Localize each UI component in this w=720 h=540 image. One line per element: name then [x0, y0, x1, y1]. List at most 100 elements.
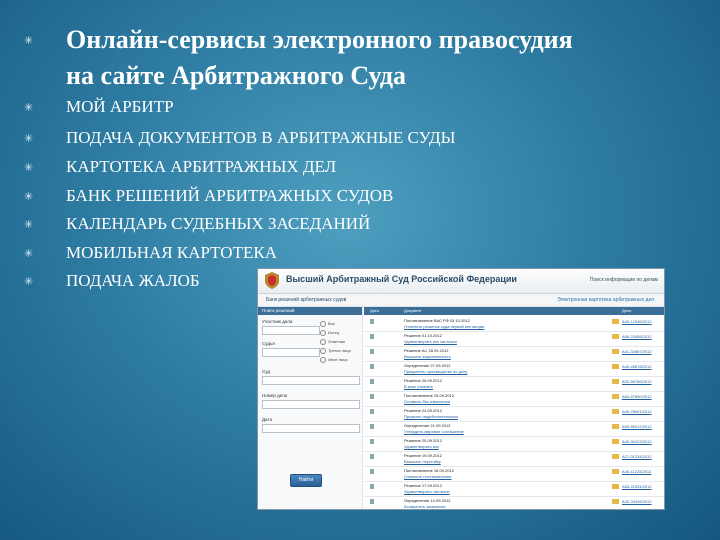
document-icon — [370, 319, 374, 324]
row-document-link[interactable]: Удовлетворить иск частично — [404, 339, 457, 344]
document-icon — [370, 394, 374, 399]
table-row[interactable]: Постановление 25.09.2012 Оставить без изм… — [364, 391, 664, 407]
table-row[interactable]: Определение 21.09.2012 Утвердить мировое … — [364, 421, 664, 437]
slide-title-line1: Онлайн-сервисы электронного правосудия — [66, 25, 573, 54]
document-icon — [370, 484, 374, 489]
judge-input[interactable] — [262, 348, 320, 357]
list-item-complaints[interactable]: ПОДАЧА ЖАЛОБ — [66, 271, 200, 291]
row-document-title: Постановление ВАС РФ 03.10.2012 — [404, 318, 470, 323]
row-case-link[interactable]: А40-11223/2012 — [622, 469, 651, 474]
radio-option[interactable]: Истец — [320, 330, 339, 336]
case-number-label: Номер дела — [262, 393, 288, 398]
row-document-link[interactable]: Утвердить мировое соглашение — [404, 429, 464, 434]
document-icon — [370, 379, 374, 384]
row-document-link[interactable]: Признать недействительным — [404, 414, 458, 419]
row-document-link[interactable]: Взыскать неустойку — [404, 459, 441, 464]
list-item-my-arbitr[interactable]: МОЙ АРБИТР — [66, 97, 174, 117]
table-row[interactable]: Решение 26.09.2012 В иске отказать А32-567… — [364, 376, 664, 392]
table-row[interactable]: Решение 01.10.2012 Удовлетворить иск част… — [364, 331, 664, 347]
court-input[interactable] — [262, 376, 360, 385]
bullet-icon: ✳ — [24, 218, 34, 231]
row-case-link[interactable]: А56-23456/2012 — [622, 334, 652, 339]
slide-title: Онлайн-сервисы электронного правосудия н… — [66, 22, 706, 94]
table-row[interactable]: Постановление ВАС РФ 03.10.2012 Отменить … — [364, 316, 664, 332]
radio-option[interactable]: Все — [320, 321, 335, 327]
toolbar-decisions-bank[interactable]: Банк решений арбитражных судов — [266, 297, 346, 303]
slide-title-line2: на сайте Арбитражного Суда — [66, 61, 407, 90]
site-header: Высший Арбитражный Суд Российской Федера… — [258, 269, 664, 294]
bullet-icon: ✳ — [24, 161, 34, 174]
row-case-link[interactable]: А40-12345/2012 — [622, 319, 652, 324]
document-icon — [370, 349, 374, 354]
table-row[interactable]: Определение 14.09.2012 Возвратить заявлен… — [364, 496, 664, 509]
document-icon — [370, 409, 374, 414]
folder-icon — [612, 499, 619, 504]
table-row[interactable]: Решение 19.09.2012 Взыскать неустойку А27-… — [364, 451, 664, 467]
case-number-input[interactable] — [262, 400, 360, 409]
results-table: Дата Документ Дело Постановление ВАС РФ … — [364, 307, 664, 509]
date-input[interactable] — [262, 424, 360, 433]
row-document-link[interactable]: Отменить решение суда первой инстанции — [404, 324, 484, 329]
row-case-link[interactable]: А41-34567/2012 — [622, 349, 652, 354]
header-search-link[interactable]: Поиск информации по делам — [590, 277, 658, 283]
list-item-case-files[interactable]: КАРТОТЕКА АРБИТРАЖНЫХ ДЕЛ — [66, 157, 336, 177]
folder-icon — [612, 394, 619, 399]
table-row[interactable]: Постановление 18.09.2012 Отменить постано… — [364, 466, 664, 482]
court-crest-icon — [265, 272, 279, 289]
list-item-decisions-bank[interactable]: БАНК РЕШЕНИЙ АРБИТРАЖНЫХ СУДОВ — [66, 186, 393, 206]
row-document-link[interactable]: Взыскать задолженность — [404, 354, 451, 359]
radio-option[interactable]: Иное лицо — [320, 357, 348, 363]
table-row[interactable]: Решение 20.09.2012 Удовлетворить иск А40-9… — [364, 436, 664, 452]
folder-icon — [612, 424, 619, 429]
row-case-link[interactable]: А40-45678/2012 — [622, 364, 652, 369]
folder-icon — [612, 349, 619, 354]
row-document-title: Определение 14.09.2012 — [404, 498, 451, 503]
table-row[interactable]: Решение 24.09.2012 Признать недействитель… — [364, 406, 664, 422]
participant-input[interactable] — [262, 326, 320, 335]
row-document-link[interactable]: Возвратить заявление — [404, 504, 446, 509]
row-document-title: Постановление 18.09.2012 — [404, 468, 454, 473]
row-document-link[interactable]: В иске отказать — [404, 384, 433, 389]
column-header: Документ — [404, 308, 422, 313]
row-document-link[interactable]: Отменить постановление — [404, 474, 451, 479]
row-document-title: Решение АС 28.09.2012 — [404, 348, 449, 353]
list-item-hearings-calendar[interactable]: КАЛЕНДАРЬ СУДЕБНЫХ ЗАСЕДАНИЙ — [66, 214, 370, 234]
table-row[interactable]: Определение 27.09.2012 Прекратить произво… — [364, 361, 664, 377]
row-case-link[interactable]: А40-33445/2012 — [622, 499, 652, 504]
row-case-link[interactable]: А55-89012/2012 — [622, 424, 652, 429]
toolbar-case-files-link[interactable]: Электронная картотека арбитражных дел — [557, 297, 654, 303]
judge-label: Судья — [262, 341, 275, 346]
bullet-icon: ✳ — [24, 101, 34, 114]
row-case-link[interactable]: А60-67890/2012 — [622, 394, 652, 399]
row-case-link[interactable]: А27-01234/2012 — [622, 454, 652, 459]
folder-icon — [612, 454, 619, 459]
row-document-link[interactable]: Удовлетворить частично — [404, 489, 450, 494]
list-item-mobile-files[interactable]: МОБИЛЬНАЯ КАРТОТЕКА — [66, 243, 277, 263]
folder-icon — [612, 409, 619, 414]
bullet-icon: ✳ — [24, 275, 34, 288]
row-case-link[interactable]: А65-22334/2012 — [622, 484, 652, 489]
row-document-link[interactable]: Оставить без изменения — [404, 399, 450, 404]
bullet-icon: ✳ — [24, 247, 34, 260]
row-document-title: Решение 01.10.2012 — [404, 333, 442, 338]
folder-icon — [612, 439, 619, 444]
row-document-link[interactable]: Удовлетворить иск — [404, 444, 439, 449]
find-button[interactable]: Найти — [290, 474, 322, 487]
radio-option[interactable]: Третье лицо — [320, 348, 351, 354]
date-label: Дата — [262, 417, 272, 422]
table-row[interactable]: Решение 17.09.2012 Удовлетворить частично… — [364, 481, 664, 497]
row-document-title: Решение 20.09.2012 — [404, 438, 442, 443]
row-case-link[interactable]: А40-78901/2012 — [622, 409, 652, 414]
folder-icon — [612, 334, 619, 339]
document-icon — [370, 424, 374, 429]
title-bullet-icon: ✳ — [24, 34, 34, 47]
document-icon — [370, 364, 374, 369]
court-label: Суд — [262, 369, 270, 374]
table-row[interactable]: Решение АС 28.09.2012 Взыскать задолженно… — [364, 346, 664, 362]
row-case-link[interactable]: А32-56789/2012 — [622, 379, 652, 384]
row-document-link[interactable]: Прекратить производство по делу — [404, 369, 467, 374]
row-case-link[interactable]: А40-90123/2012 — [622, 439, 652, 444]
search-sidebar: Поиск решений Участник дела Все Истец От… — [258, 307, 363, 509]
radio-option[interactable]: Ответчик — [320, 339, 345, 345]
list-item-document-filing[interactable]: ПОДАЧА ДОКУМЕНТОВ В АРБИТРАЖНЫЕ СУДЫ — [66, 128, 455, 148]
